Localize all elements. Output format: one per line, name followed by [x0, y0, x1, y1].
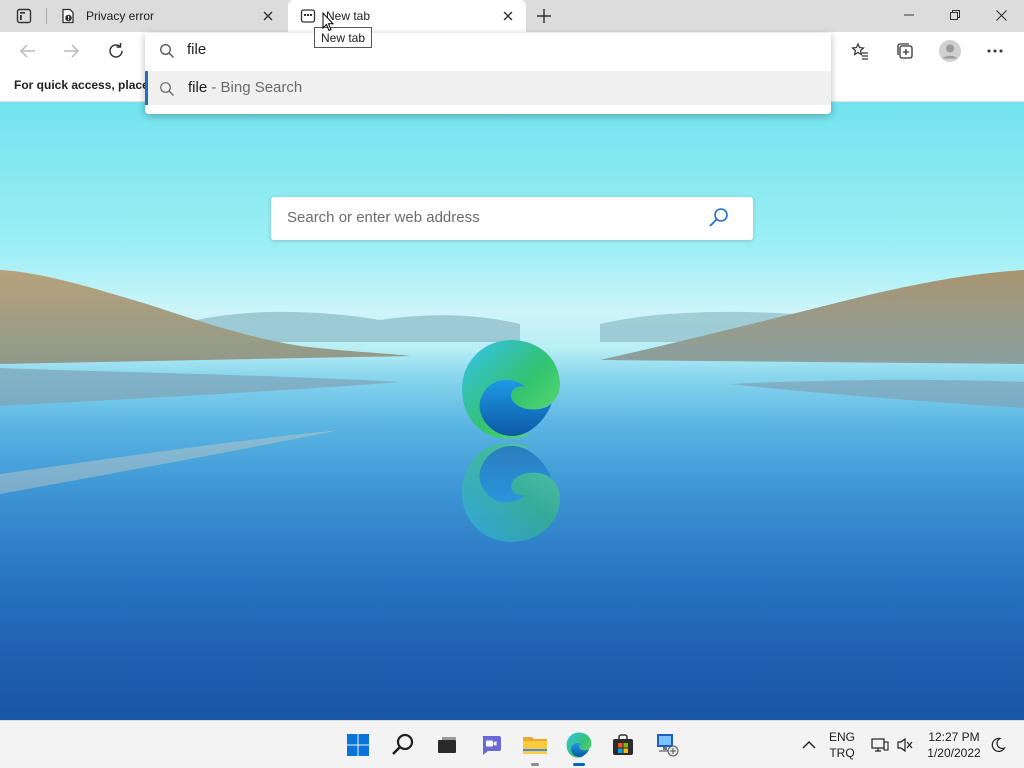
- close-icon: [995, 9, 1007, 21]
- edge-icon: [566, 732, 592, 758]
- task-view-icon: [438, 737, 456, 753]
- collections-button[interactable]: [890, 36, 920, 66]
- refresh-icon: [109, 43, 123, 58]
- avatar-icon: [939, 40, 961, 62]
- address-bar-dropdown: file - Bing Search: [145, 33, 831, 114]
- refresh-button[interactable]: [101, 36, 131, 66]
- mouse-cursor-icon: [322, 12, 334, 32]
- moon-icon: [991, 737, 1006, 752]
- restore-icon: [950, 10, 960, 20]
- search-placeholder: Search or enter web address: [287, 209, 480, 226]
- new-tab-page: Search or enter web address: [0, 102, 1024, 720]
- minimize-button[interactable]: [886, 0, 932, 30]
- edge-logo: [462, 340, 560, 439]
- edge-taskbar-button[interactable]: [563, 729, 595, 766]
- tab-separator: [46, 8, 47, 24]
- collections-icon: [897, 43, 913, 59]
- back-button[interactable]: [13, 36, 43, 66]
- edge-logo-reflection: [462, 443, 560, 542]
- network-app-icon: [657, 734, 679, 757]
- error-document-icon: [60, 8, 76, 24]
- chat-button[interactable]: [475, 729, 507, 761]
- tab-title: New tab: [326, 9, 371, 23]
- volume-button[interactable]: [889, 729, 921, 761]
- suggestion-text: file - Bing Search: [188, 79, 302, 96]
- close-icon: [263, 11, 273, 21]
- tab-actions-button[interactable]: [8, 4, 40, 28]
- start-icon: [347, 734, 369, 756]
- input-language-button[interactable]: ENG TRQ: [826, 730, 858, 760]
- task-view-button[interactable]: [431, 729, 463, 761]
- tab-privacy-error[interactable]: Privacy error: [48, 0, 286, 32]
- show-hidden-icons-button[interactable]: [793, 729, 825, 761]
- running-indicator: [531, 763, 539, 766]
- clock-time: 12:27 PM: [928, 730, 980, 744]
- address-bar: [145, 33, 831, 69]
- forward-arrow-icon: [64, 44, 80, 58]
- new-tab-button[interactable]: [532, 4, 556, 28]
- taskbar: ENG TRQ 12:27 PM 1/20/2022: [0, 720, 1024, 768]
- close-icon: [503, 11, 513, 21]
- settings-more-button[interactable]: [980, 36, 1010, 66]
- suggestion-query: file: [188, 79, 208, 96]
- close-tab-button[interactable]: [256, 4, 280, 28]
- profile-button[interactable]: [935, 36, 965, 66]
- store-button[interactable]: [607, 729, 639, 761]
- tab-title: Privacy error: [86, 9, 155, 23]
- taskbar-search-button[interactable]: [387, 729, 419, 761]
- active-indicator: [573, 763, 585, 766]
- favorites-button[interactable]: [845, 36, 875, 66]
- plus-icon: [537, 9, 551, 23]
- network-app-button[interactable]: [651, 729, 683, 761]
- suggestion-source: - Bing Search: [211, 79, 303, 96]
- address-input[interactable]: [187, 41, 787, 58]
- search-icon: [160, 44, 174, 58]
- close-tab-button[interactable]: [496, 4, 520, 28]
- focus-assist-button[interactable]: [982, 729, 1014, 761]
- search-icon: [392, 733, 414, 755]
- display-status-icon: [871, 738, 889, 752]
- favorites-star-icon: [851, 42, 868, 60]
- file-explorer-button[interactable]: [519, 729, 551, 766]
- store-icon: [613, 734, 633, 755]
- language-line-1: ENG: [828, 730, 855, 744]
- clock[interactable]: 12:27 PM 1/20/2022: [922, 730, 986, 760]
- search-icon: [160, 82, 174, 96]
- new-tab-search-box[interactable]: Search or enter web address: [271, 197, 753, 240]
- close-window-button[interactable]: [978, 0, 1024, 30]
- search-icon[interactable]: [707, 206, 731, 230]
- suggestion-bing-search[interactable]: file - Bing Search: [145, 71, 831, 105]
- back-arrow-icon: [19, 44, 35, 58]
- clock-date: 1/20/2022: [927, 746, 981, 760]
- restore-button[interactable]: [932, 0, 978, 30]
- file-explorer-icon: [523, 737, 547, 754]
- language-line-2: TRQ: [829, 746, 855, 760]
- more-horizontal-icon: [987, 49, 1003, 53]
- minimize-icon: [904, 14, 914, 16]
- chevron-up-icon: [802, 741, 816, 749]
- new-tab-icon: [300, 8, 316, 24]
- tab-strip: Privacy error New tab: [0, 0, 1024, 32]
- volume-muted-icon: [897, 737, 913, 753]
- tab-actions-icon: [16, 8, 32, 24]
- chat-icon: [482, 736, 501, 755]
- favorites-bar-hint: For quick access, place y: [14, 78, 159, 92]
- start-button[interactable]: [342, 729, 374, 761]
- forward-button[interactable]: [56, 36, 86, 66]
